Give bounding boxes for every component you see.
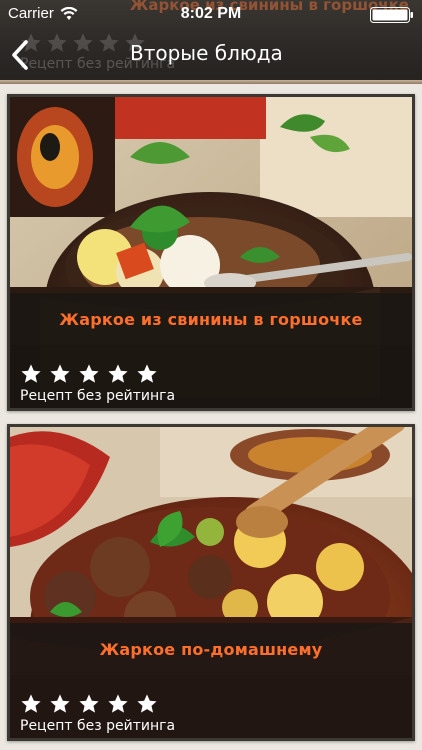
- star-icon: [78, 363, 100, 385]
- star-icon: [136, 363, 158, 385]
- star-icon: [49, 693, 71, 715]
- rating-caption: Рецепт без рейтинга: [20, 718, 176, 734]
- recipe-title: Жаркое из свинины в горшочке: [59, 309, 363, 329]
- star-icon: [136, 693, 158, 715]
- chevron-left-icon: [12, 40, 28, 70]
- page-title: Вторые блюда: [130, 41, 283, 65]
- star-icon: [78, 693, 100, 715]
- star-icon: [20, 693, 42, 715]
- star-icon: [49, 363, 71, 385]
- clock: 8:02 PM: [180, 5, 242, 22]
- star-icon: [107, 693, 129, 715]
- star-icon: [20, 363, 42, 385]
- recipe-card[interactable]: Жаркое по-домашнему Рецепт без рейтинга: [7, 424, 415, 741]
- navigation-bar: Вторые блюда: [0, 28, 422, 80]
- recipe-title-band: Жаркое из свинины в горшочке: [10, 293, 412, 345]
- back-button[interactable]: [6, 38, 36, 72]
- recipe-card[interactable]: Жаркое из свинины в горшочке Рецепт без …: [7, 94, 415, 411]
- battery-icon: [370, 7, 413, 23]
- star-icon: [107, 363, 129, 385]
- screen: Жаркое из свинины в горшочке Рецепт без …: [0, 0, 422, 750]
- recipe-title-band: Жаркое по-домашнему: [10, 623, 412, 675]
- rating-stars[interactable]: [20, 693, 158, 715]
- status-bar: Carrier 8:02 PM: [0, 0, 422, 28]
- recipe-rating-panel: Рецепт без рейтинга: [10, 675, 412, 738]
- rating-stars[interactable]: [20, 363, 158, 385]
- rating-caption: Рецепт без рейтинга: [20, 388, 176, 404]
- recipe-rating-panel: Рецепт без рейтинга: [10, 345, 412, 408]
- recipe-title: Жаркое по-домашнему: [99, 639, 323, 659]
